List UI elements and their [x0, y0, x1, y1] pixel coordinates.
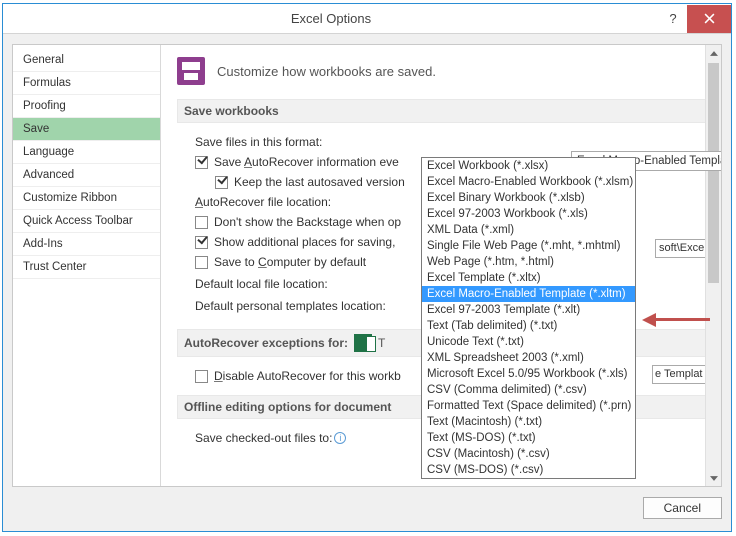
dd-item[interactable]: XML Data (*.xml) [422, 222, 635, 238]
dd-item[interactable]: Web Page (*.htm, *.html) [422, 254, 635, 270]
sidebar-item-language[interactable]: Language [13, 141, 160, 164]
label-default-local: Default local file location: [195, 277, 328, 291]
scroll-down-icon[interactable] [706, 470, 721, 486]
dd-item[interactable]: Excel Macro-Enabled Workbook (*.xlsm) [422, 174, 635, 190]
label-keep-last: Keep the last autosaved version [234, 175, 405, 189]
dialog-footer: Cancel [12, 493, 722, 523]
scroll-up-icon[interactable] [706, 45, 721, 61]
checkbox-show-additional[interactable] [195, 236, 208, 249]
label-show-additional: Show additional places for saving, [214, 235, 395, 249]
dd-item[interactable]: Text (Tab delimited) (*.txt) [422, 318, 635, 334]
checkbox-keep-last[interactable] [215, 176, 228, 189]
window-title: Excel Options [3, 11, 659, 26]
dd-item[interactable]: Excel 97-2003 Workbook (*.xls) [422, 206, 635, 222]
dd-item[interactable]: Excel 97-2003 Template (*.xlt) [422, 302, 635, 318]
sidebar-item-formulas[interactable]: Formulas [13, 72, 160, 95]
scroll-thumb[interactable] [708, 63, 719, 283]
sidebar-item-save[interactable]: Save [13, 118, 160, 141]
help-icon[interactable]: ? [659, 5, 687, 33]
sidebar-item-customize-ribbon[interactable]: Customize Ribbon [13, 187, 160, 210]
dd-item[interactable]: Excel Template (*.xltx) [422, 270, 635, 286]
dd-item[interactable]: Excel Workbook (*.xlsx) [422, 158, 635, 174]
label-autorecover-file-location: AutoRecover file location: [195, 195, 331, 209]
titlebar: Excel Options ? [3, 4, 731, 34]
save-icon [177, 57, 205, 85]
dd-item[interactable]: CSV (MS-DOS) (*.csv) [422, 462, 635, 478]
dd-item[interactable]: Formatted Text (Space delimited) (*.prn) [422, 398, 635, 414]
cancel-button[interactable]: Cancel [643, 497, 722, 519]
exceptions-combo[interactable]: T [378, 336, 385, 350]
page-header-text: Customize how workbooks are saved. [217, 64, 436, 79]
dd-item[interactable]: Unicode Text (*.txt) [422, 334, 635, 350]
label-default-templates: Default personal templates location: [195, 299, 386, 313]
info-icon[interactable]: i [334, 432, 346, 444]
dd-item[interactable]: CSV (Macintosh) (*.csv) [422, 446, 635, 462]
checkbox-autorecover[interactable] [195, 156, 208, 169]
dd-item[interactable]: Excel Binary Workbook (*.xlsb) [422, 190, 635, 206]
checkbox-save-computer[interactable] [195, 256, 208, 269]
sidebar-item-trust[interactable]: Trust Center [13, 256, 160, 279]
close-button[interactable] [687, 5, 731, 33]
dd-item[interactable]: Single File Web Page (*.mht, *.mhtml) [422, 238, 635, 254]
label-disable-autorecover: Disable AutoRecover for this workb [214, 369, 401, 383]
page-header: Customize how workbooks are saved. [177, 57, 707, 85]
label-save-checked-out: Save checked-out files to: [195, 431, 332, 445]
section-save-workbooks: Save workbooks [177, 99, 707, 123]
label-save-computer: Save to Computer by default [214, 255, 366, 269]
checkbox-disable-autorecover[interactable] [195, 370, 208, 383]
sidebar-item-advanced[interactable]: Advanced [13, 164, 160, 187]
sidebar-item-qat[interactable]: Quick Access Toolbar [13, 210, 160, 233]
sidebar: General Formulas Proofing Save Language … [13, 45, 161, 486]
dd-item[interactable]: Text (MS-DOS) (*.txt) [422, 430, 635, 446]
label-backstage: Don't show the Backstage when op [214, 215, 401, 229]
dd-item[interactable]: Microsoft Excel 5.0/95 Workbook (*.xls) [422, 366, 635, 382]
dd-item[interactable]: XML Spreadsheet 2003 (*.xml) [422, 350, 635, 366]
dd-item[interactable]: Text (Macintosh) (*.txt) [422, 414, 635, 430]
dd-item-selected[interactable]: Excel Macro-Enabled Template (*.xltm) [422, 286, 635, 302]
save-format-dropdown[interactable]: Excel Workbook (*.xlsx) Excel Macro-Enab… [421, 157, 636, 479]
excel-icon [354, 334, 372, 352]
sidebar-item-general[interactable]: General [13, 49, 160, 72]
vertical-scrollbar[interactable] [705, 45, 721, 486]
sidebar-item-proofing[interactable]: Proofing [13, 95, 160, 118]
checkbox-backstage[interactable] [195, 216, 208, 229]
label-save-format: Save files in this format: [195, 135, 322, 149]
label-autorecover: Save AutoRecover information eve [214, 155, 399, 169]
sidebar-item-addins[interactable]: Add-Ins [13, 233, 160, 256]
dd-item[interactable]: CSV (Comma delimited) (*.csv) [422, 382, 635, 398]
